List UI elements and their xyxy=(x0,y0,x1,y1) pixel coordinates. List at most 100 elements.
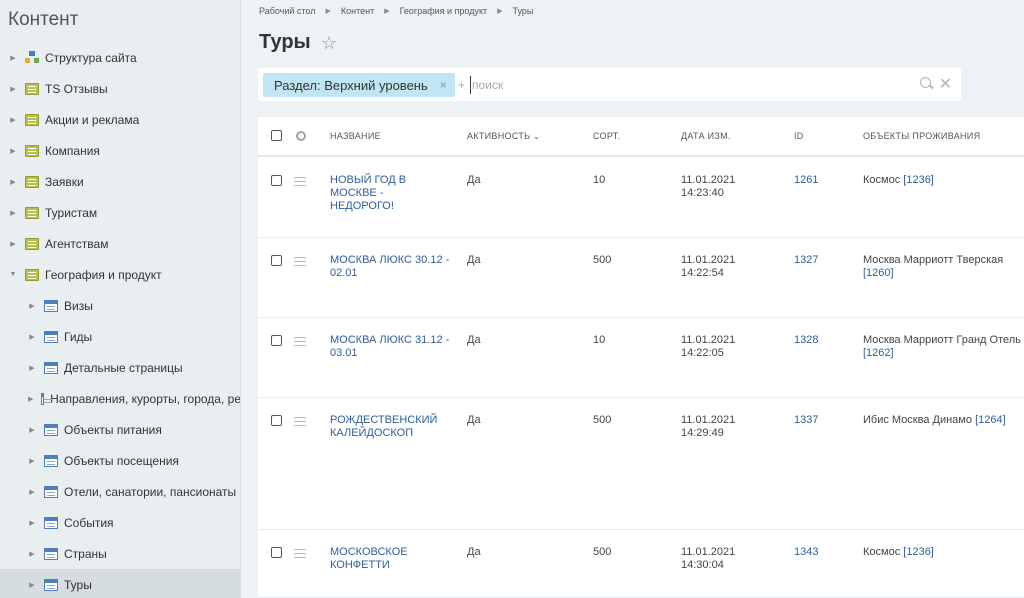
expand-right-icon[interactable]: ▶ xyxy=(9,147,17,155)
column-header-active[interactable]: АКТИВНОСТЬ ⌄ xyxy=(467,131,540,141)
sidebar-item[interactable]: ▶ Детальные страницы xyxy=(0,352,240,383)
sidebar-item[interactable]: ▶ Объекты питания xyxy=(0,414,240,445)
cell-date-day: 11.01.2021 xyxy=(681,254,736,266)
sidebar-item[interactable]: ▶ Объекты посещения xyxy=(0,445,240,476)
cell-id[interactable]: 1261 xyxy=(794,174,818,187)
expand-right-icon[interactable]: ▶ xyxy=(28,426,36,434)
expand-right-icon[interactable]: ▶ xyxy=(9,116,17,124)
row-checkbox[interactable] xyxy=(271,255,282,266)
select-all-checkbox[interactable] xyxy=(271,130,282,141)
cell-date: 11.01.2021 14:22:54 xyxy=(681,254,735,280)
expand-right-icon[interactable]: ▶ xyxy=(9,240,17,248)
sidebar-item[interactable]: ▶ Акции и реклама xyxy=(0,104,240,135)
star-icon[interactable]: ☆ xyxy=(321,33,337,54)
table-row[interactable]: МОСКВА ЛЮКС 31.12 - 03.01 Да 10 11.01.2021 1… xyxy=(258,318,1024,398)
cell-objects: Москва Марриотт Тверская [1260] xyxy=(863,254,1024,280)
cell-name[interactable]: МОСКВА ЛЮКС 30.12 - 02.01 xyxy=(330,254,450,280)
expand-right-icon[interactable]: ▶ xyxy=(28,581,36,589)
search-input[interactable] xyxy=(470,76,910,94)
sidebar-item[interactable]: ▶ Структура сайта xyxy=(0,42,240,73)
sidebar-item[interactable]: ▶ Туристам xyxy=(0,197,240,228)
sidebar-item[interactable]: ▶ TS Отзывы xyxy=(0,73,240,104)
folder-icon xyxy=(25,206,39,219)
clear-icon[interactable]: ✕ xyxy=(939,74,952,94)
column-header-objects[interactable]: ОБЪЕКТЫ ПРОЖИВАНИЯ xyxy=(863,131,980,141)
sidebar-item[interactable]: ▶ Компания xyxy=(0,135,240,166)
expand-right-icon[interactable]: ▶ xyxy=(28,488,36,496)
breadcrumb-item-desktop[interactable]: Рабочий стол xyxy=(259,6,316,17)
sidebar-item[interactable]: ▶ Визы xyxy=(0,290,240,321)
cell-name[interactable]: РОЖДЕСТВЕНСКИЙ КАЛЕЙДОСКОП xyxy=(330,414,450,440)
object-id-link[interactable]: [1236] xyxy=(903,546,934,558)
column-header-date[interactable]: ДАТА ИЗМ. xyxy=(681,131,731,141)
cell-id[interactable]: 1327 xyxy=(794,254,818,267)
sidebar-item[interactable]: ▶ Направления, курорты, города, ре xyxy=(0,383,240,414)
drag-handle-icon[interactable] xyxy=(294,549,306,558)
cell-id[interactable]: 1337 xyxy=(794,414,818,427)
sidebar-item-label: События xyxy=(64,515,114,530)
row-checkbox[interactable] xyxy=(271,335,282,346)
expand-right-icon[interactable]: ▶ xyxy=(28,457,36,465)
sidebar-item[interactable]: ▶ Агентствам xyxy=(0,228,240,259)
breadcrumb-item-tours[interactable]: Туры xyxy=(513,6,534,17)
table-row[interactable]: МОСКВА ЛЮКС 30.12 - 02.01 Да 500 11.01.2021… xyxy=(258,238,1024,318)
cell-objects: Космос [1236] xyxy=(863,546,1024,559)
expand-right-icon[interactable]: ▶ xyxy=(9,54,17,62)
object-id-link[interactable]: [1260] xyxy=(863,267,894,279)
column-header-name[interactable]: НАЗВАНИЕ xyxy=(330,131,381,141)
object-id-link[interactable]: [1264] xyxy=(975,414,1006,426)
chip-remove-icon[interactable]: × xyxy=(440,78,447,92)
column-header-id[interactable]: ID xyxy=(794,131,804,141)
cell-name[interactable]: МОСКОВСКОЕ КОНФЕТТИ xyxy=(330,546,450,572)
sidebar-item[interactable]: ▶ События xyxy=(0,507,240,538)
sidebar-item[interactable]: ▶ Страны xyxy=(0,538,240,569)
gear-icon[interactable] xyxy=(296,131,306,141)
filter-chip[interactable]: Раздел: Верхний уровень × xyxy=(263,73,455,97)
column-header-sort[interactable]: СОРТ. xyxy=(593,131,620,141)
expand-right-icon[interactable]: ▶ xyxy=(9,178,17,186)
sidebar-item[interactable]: ▶ Заявки xyxy=(0,166,240,197)
sidebar-item-label: Туристам xyxy=(45,205,98,220)
sidebar-item[interactable]: ▶ Гиды xyxy=(0,321,240,352)
row-checkbox[interactable] xyxy=(271,175,282,186)
object-name: Москва Марриотт Гранд Отель xyxy=(863,334,1021,346)
row-checkbox[interactable] xyxy=(271,547,282,558)
expand-right-icon[interactable]: ▶ xyxy=(9,85,17,93)
breadcrumb-item-geography[interactable]: География и продукт xyxy=(400,6,488,17)
search-icon[interactable] xyxy=(920,77,931,88)
add-filter-icon[interactable]: + xyxy=(458,78,465,92)
table-row[interactable]: НОВЫЙ ГОД В МОСКВЕ - НЕДОРОГО! Да 10 11.01.… xyxy=(258,158,1024,238)
expand-right-icon[interactable]: ▶ xyxy=(28,302,36,310)
sidebar-title: Контент xyxy=(8,9,79,30)
drag-handle-icon[interactable] xyxy=(294,257,306,266)
expand-right-icon[interactable]: ▶ xyxy=(28,550,36,558)
expand-right-icon[interactable]: ▶ xyxy=(28,519,36,527)
sidebar-item[interactable]: ▼ География и продукт xyxy=(0,259,240,290)
expand-right-icon[interactable]: ▶ xyxy=(28,333,36,341)
row-checkbox[interactable] xyxy=(271,415,282,426)
list-icon xyxy=(44,361,58,374)
drag-handle-icon[interactable] xyxy=(294,177,306,186)
sidebar-item-label: Детальные страницы xyxy=(64,360,183,375)
expand-right-icon[interactable]: ▶ xyxy=(28,395,33,403)
cell-active: Да xyxy=(467,414,481,426)
sidebar-item[interactable]: ▶ Отели, санатории, пансионаты xyxy=(0,476,240,507)
cell-date: 11.01.2021 14:23:40 xyxy=(681,174,735,200)
sidebar-item[interactable]: ▶ Туры xyxy=(0,569,240,598)
cell-id[interactable]: 1343 xyxy=(794,546,818,559)
cell-id[interactable]: 1328 xyxy=(794,334,818,347)
object-id-link[interactable]: [1236] xyxy=(903,174,934,186)
expand-right-icon[interactable]: ▶ xyxy=(28,364,36,372)
cell-active: Да xyxy=(467,546,481,558)
table-row[interactable]: РОЖДЕСТВЕНСКИЙ КАЛЕЙДОСКОП Да 500 11.01.202… xyxy=(258,398,1024,530)
cell-name[interactable]: НОВЫЙ ГОД В МОСКВЕ - НЕДОРОГО! xyxy=(330,174,450,213)
drag-handle-icon[interactable] xyxy=(294,417,306,426)
list-icon xyxy=(44,299,58,312)
breadcrumb-item-content[interactable]: Контент xyxy=(341,6,374,17)
drag-handle-icon[interactable] xyxy=(294,337,306,346)
object-id-link[interactable]: [1262] xyxy=(863,347,894,359)
table-row[interactable]: МОСКОВСКОЕ КОНФЕТТИ Да 500 11.01.2021 14:30:… xyxy=(258,530,1024,598)
expand-right-icon[interactable]: ▶ xyxy=(9,209,17,217)
expand-down-icon[interactable]: ▼ xyxy=(9,271,17,278)
cell-name[interactable]: МОСКВА ЛЮКС 31.12 - 03.01 xyxy=(330,334,450,360)
